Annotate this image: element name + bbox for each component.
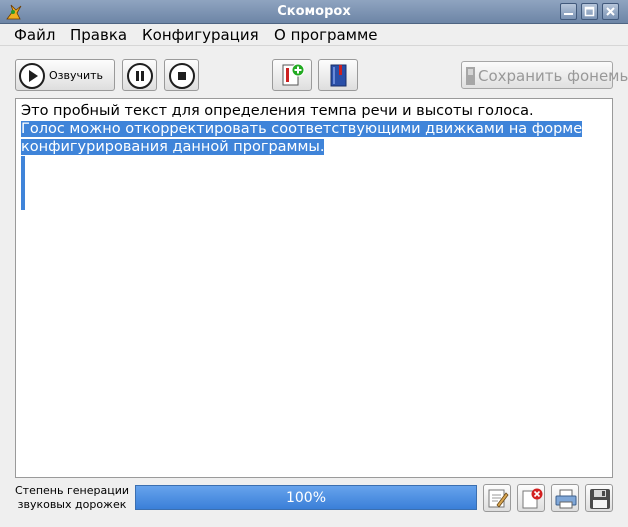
- save-phonemes-button[interactable]: Сохранить фонемы: [461, 61, 628, 89]
- close-icon: [606, 7, 615, 16]
- generation-label-line1: Степень генерации: [14, 484, 129, 497]
- generation-label-line2: звуковых дорожек: [17, 498, 127, 511]
- say-button-label: Озвучить: [49, 69, 104, 82]
- selection-empty-lines: [21, 156, 25, 210]
- print-button[interactable]: [551, 484, 579, 512]
- pause-icon: [127, 63, 153, 89]
- edit-note-button[interactable]: [483, 484, 511, 512]
- add-page-icon: [282, 63, 305, 86]
- book-button[interactable]: [318, 59, 358, 91]
- title-bar[interactable]: Скоморох: [0, 0, 628, 24]
- menu-edit[interactable]: Правка: [70, 26, 127, 44]
- printer-icon: [555, 489, 577, 509]
- editor-line-3-text: конфигурирования данной программы.: [21, 139, 325, 155]
- maximize-button[interactable]: [581, 3, 598, 20]
- text-editor[interactable]: Это пробный текст для определения темпа …: [15, 98, 613, 478]
- delete-document-button[interactable]: [517, 484, 545, 512]
- minimize-icon: [564, 13, 573, 15]
- minimize-button[interactable]: [560, 3, 577, 20]
- editor-line-2: Голос можно откорректировать соответству…: [21, 120, 583, 138]
- window-title: Скоморох: [277, 4, 351, 19]
- edit-note-icon: [488, 489, 509, 508]
- editor-line-2-text: Голос можно откорректировать соответству…: [21, 121, 583, 137]
- generation-progress-bar: 100%: [135, 485, 477, 510]
- maximize-icon: [584, 6, 595, 17]
- say-button[interactable]: Озвучить: [15, 59, 115, 91]
- book-icon: [330, 64, 347, 87]
- floppy-disk-icon: [590, 489, 610, 509]
- close-button[interactable]: [602, 3, 619, 20]
- add-page-button[interactable]: [272, 59, 312, 91]
- menu-file[interactable]: Файл: [14, 26, 55, 44]
- save-phonemes-label: Сохранить фонемы: [478, 67, 628, 85]
- play-icon: [19, 63, 45, 89]
- menu-bar: Файл Правка Конфигурация О программе: [0, 24, 628, 46]
- menu-about[interactable]: О программе: [274, 26, 378, 44]
- save-button[interactable]: [585, 484, 613, 512]
- stop-icon: [169, 63, 195, 89]
- editor-line-3: конфигурирования данной программы.: [21, 138, 325, 156]
- delete-document-icon: [522, 488, 543, 509]
- stop-button[interactable]: [164, 59, 199, 91]
- pause-button[interactable]: [122, 59, 157, 91]
- menu-configuration[interactable]: Конфигурация: [142, 26, 259, 44]
- editor-line-1: Это пробный текст для определения темпа …: [21, 103, 534, 119]
- save-phonemes-icon: [466, 67, 475, 85]
- progress-text: 100%: [285, 490, 327, 506]
- generation-label: Степень генерации звуковых дорожек: [10, 484, 134, 512]
